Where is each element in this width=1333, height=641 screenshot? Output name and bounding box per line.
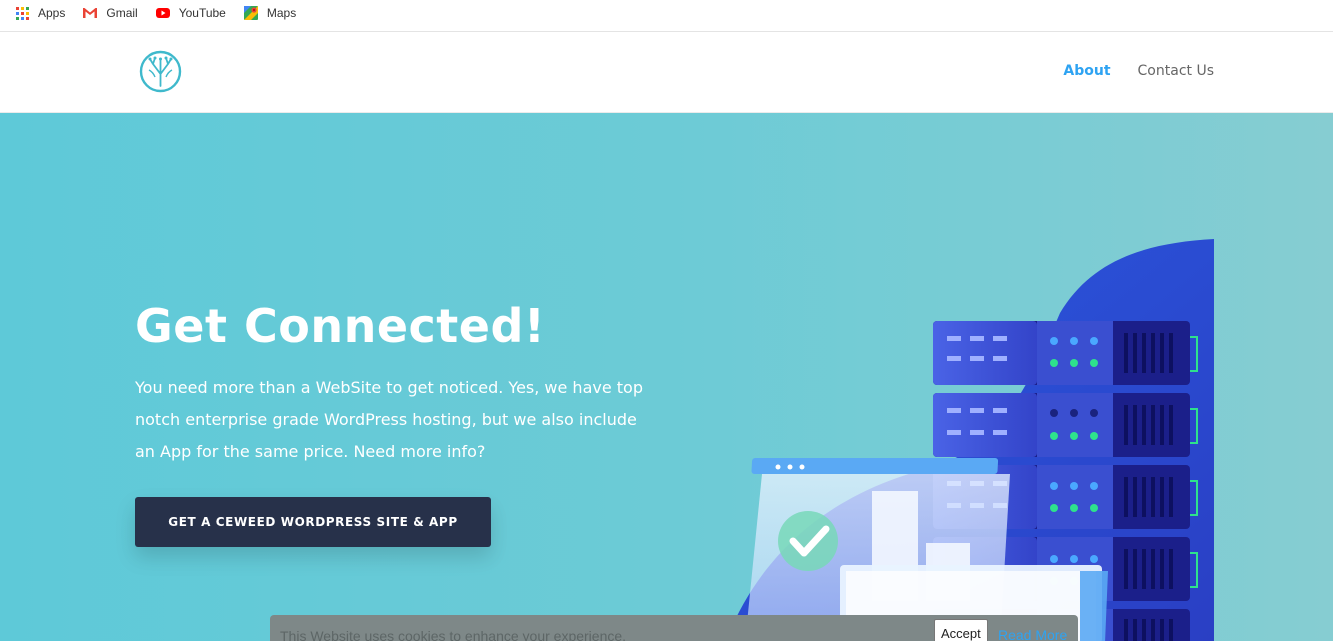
bookmark-youtube[interactable]: YouTube <box>155 5 226 21</box>
server-illustration <box>725 239 1214 641</box>
apps-grid-icon <box>14 5 30 21</box>
main-nav: About Contact Us <box>1063 63 1214 79</box>
hero-description: You need more than a WebSite to get noti… <box>135 378 643 461</box>
cookie-accept-button[interactable]: Accept <box>934 619 988 641</box>
bookmarks-bar: Apps Gmail YouTube Maps <box>0 0 1333 26</box>
gmail-icon <box>82 5 98 21</box>
bookmark-apps[interactable]: Apps <box>14 5 65 21</box>
cookie-text: This Website uses cookies to enhance you… <box>280 628 627 641</box>
site-header: About Contact Us <box>0 31 1333 112</box>
bookmark-label: YouTube <box>178 6 226 20</box>
bookmark-label: Maps <box>266 6 297 20</box>
bookmark-label: Apps <box>38 6 66 20</box>
cookie-banner: This Website uses cookies to enhance you… <box>270 615 1078 641</box>
nav-contact-us[interactable]: Contact Us <box>1138 63 1214 79</box>
bookmark-maps[interactable]: Maps <box>243 5 296 21</box>
maps-icon <box>243 5 259 21</box>
checkmark-icon <box>778 511 838 571</box>
tree-logo-icon <box>139 50 182 93</box>
hero-section: Get Connected! You need more than a WebS… <box>0 113 1333 641</box>
hero-title: Get Connected! <box>135 299 546 353</box>
youtube-icon <box>155 5 171 21</box>
bookmark-label: Gmail <box>106 6 138 20</box>
bookmark-gmail[interactable]: Gmail <box>82 5 138 21</box>
site-logo[interactable] <box>139 50 182 93</box>
cookie-read-more-link[interactable]: Read More <box>998 627 1067 641</box>
cta-button[interactable]: GET A CEWEED WORDPRESS SITE & APP <box>135 497 491 547</box>
nav-about[interactable]: About <box>1063 63 1110 79</box>
